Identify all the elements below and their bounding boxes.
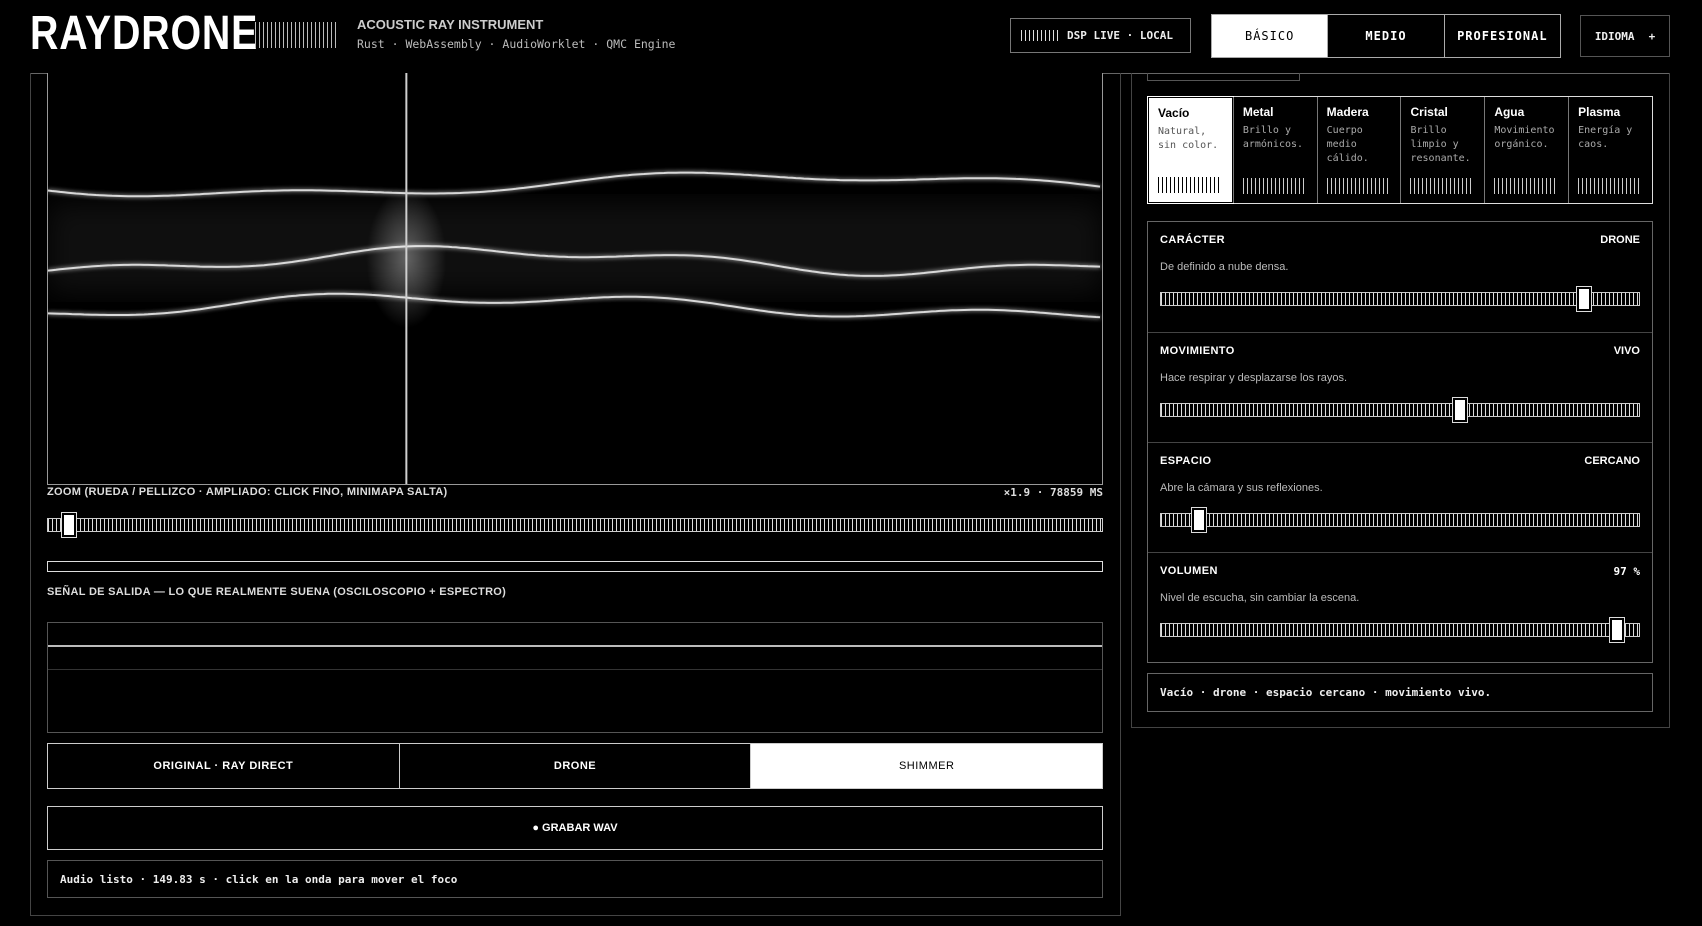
material-metal[interactable]: Metal Brillo y armónicos. bbox=[1232, 97, 1317, 203]
param-movimiento: MOVIMIENTO VIVO Hace respirar y desplaza… bbox=[1148, 332, 1652, 442]
param-volumen: VOLUMEN 97 % Nivel de escucha, sin cambi… bbox=[1148, 552, 1652, 662]
app-subtitle: ACOUSTIC RAY INSTRUMENT bbox=[357, 17, 544, 32]
zoom-label: ZOOM (RUEDA / PELLIZCO · AMPLIADO: CLICK… bbox=[47, 486, 448, 498]
minimap[interactable] bbox=[47, 561, 1103, 572]
material-meter-icon bbox=[1494, 178, 1557, 194]
panel-tab-stub bbox=[1147, 73, 1300, 81]
volumen-slider[interactable] bbox=[1160, 617, 1640, 643]
material-name: Plasma bbox=[1578, 105, 1621, 119]
material-desc: Movimiento orgánico. bbox=[1494, 125, 1555, 150]
material-meter-icon bbox=[1326, 178, 1389, 194]
material-madera[interactable]: Madera Cuerpo medio cálido. bbox=[1316, 97, 1401, 203]
status-bar: Audio listo · 149.83 s · click en la ond… bbox=[47, 860, 1103, 898]
material-name: Vacío bbox=[1158, 106, 1190, 120]
material-meter-icon bbox=[1578, 178, 1641, 194]
material-plasma[interactable]: Plasma Energía y caos. bbox=[1568, 97, 1652, 203]
ray-trace bbox=[48, 171, 1101, 198]
material-meter-icon bbox=[1410, 178, 1473, 194]
zoom-slider-thumb[interactable] bbox=[61, 512, 78, 538]
language-button[interactable]: IDIOMA + bbox=[1580, 15, 1670, 57]
oscilloscope-spectrum bbox=[47, 622, 1103, 733]
dsp-status-badge: DSP LIVE · LOCAL bbox=[1010, 18, 1191, 53]
level-profesional-button[interactable]: PROFESIONAL bbox=[1443, 15, 1560, 57]
material-agua[interactable]: Agua Movimiento orgánico. bbox=[1484, 97, 1568, 203]
ray-trace bbox=[48, 292, 1101, 319]
language-label: IDIOMA bbox=[1594, 29, 1635, 43]
param-espacio: ESPACIO CERCANO Abre la cámara y sus ref… bbox=[1148, 442, 1652, 552]
material-name: Agua bbox=[1494, 105, 1525, 119]
tech-stack: Rust · WebAssembly · AudioWorklet · QMC … bbox=[357, 37, 676, 51]
oscilloscope-trace bbox=[48, 645, 1102, 647]
mode-original-button[interactable]: ORIGINAL · RAY DIRECT bbox=[48, 744, 399, 788]
level-selector: BÁSICO MEDIO PROFESIONAL bbox=[1211, 14, 1561, 58]
caracter-slider[interactable] bbox=[1160, 286, 1640, 312]
material-desc: Energía y caos. bbox=[1578, 125, 1633, 150]
dsp-status-text: DSP LIVE · LOCAL bbox=[1067, 29, 1173, 42]
mode-shimmer-button[interactable]: SHIMMER bbox=[750, 744, 1103, 788]
zoom-slider[interactable] bbox=[47, 512, 1103, 538]
param-desc: De definido a nube densa. bbox=[1160, 261, 1289, 273]
material-desc: Cuerpo medio cálido. bbox=[1326, 125, 1369, 164]
app-logo: RAYDRONE bbox=[30, 7, 259, 60]
param-name: CARÁCTER bbox=[1160, 234, 1225, 246]
dsp-meter-icon bbox=[1021, 30, 1059, 41]
param-desc: Hace respirar y desplazarse los rayos. bbox=[1160, 372, 1348, 384]
espacio-slider-thumb[interactable] bbox=[1191, 507, 1208, 533]
record-wav-button[interactable]: ● GRABAR WAV bbox=[47, 806, 1103, 850]
param-desc: Nivel de escucha, sin cambiar la escena. bbox=[1160, 592, 1360, 604]
param-desc: Abre la cámara y sus reflexiones. bbox=[1160, 482, 1323, 494]
material-name: Metal bbox=[1242, 105, 1274, 119]
material-meter-icon bbox=[1242, 178, 1305, 194]
output-signal-label: SEÑAL DE SALIDA — LO QUE REALMENTE SUENA… bbox=[47, 586, 507, 598]
volumen-slider-thumb[interactable] bbox=[1609, 617, 1626, 643]
param-value: VIVO bbox=[1613, 345, 1640, 357]
mode-selector: ORIGINAL · RAY DIRECT DRONE SHIMMER bbox=[47, 743, 1103, 789]
material-selector: Vacío Natural, sin color. Metal Brillo y… bbox=[1147, 96, 1653, 204]
param-name: MOVIMIENTO bbox=[1160, 345, 1235, 357]
material-meter-icon bbox=[1158, 177, 1220, 193]
level-basico-button[interactable]: BÁSICO bbox=[1212, 15, 1328, 57]
logo-barcode-icon bbox=[255, 22, 337, 48]
espacio-slider[interactable] bbox=[1160, 507, 1640, 533]
plus-icon: + bbox=[1648, 29, 1656, 43]
caracter-slider-thumb[interactable] bbox=[1576, 286, 1593, 312]
level-medio-button[interactable]: MEDIO bbox=[1327, 15, 1443, 57]
param-value: DRONE bbox=[1600, 234, 1640, 246]
waveform-canvas[interactable] bbox=[48, 73, 1102, 484]
movimiento-slider[interactable] bbox=[1160, 397, 1640, 423]
mode-drone-button[interactable]: DRONE bbox=[398, 744, 751, 788]
material-desc: Brillo limpio y resonante. bbox=[1410, 125, 1471, 164]
scene-summary: Vacío · drone · espacio cercano · movimi… bbox=[1147, 673, 1653, 712]
material-cristal[interactable]: Cristal Brillo limpio y resonante. bbox=[1400, 97, 1484, 203]
waveform-view[interactable] bbox=[47, 73, 1103, 485]
param-name: VOLUMEN bbox=[1160, 565, 1218, 577]
param-name: ESPACIO bbox=[1160, 455, 1212, 467]
parameter-panel: CARÁCTER DRONE De definido a nube densa.… bbox=[1147, 221, 1653, 663]
material-vacio[interactable]: Vacío Natural, sin color. bbox=[1147, 96, 1234, 204]
material-name: Cristal bbox=[1410, 105, 1448, 119]
material-name: Madera bbox=[1326, 105, 1369, 119]
param-value: CERCANO bbox=[1584, 455, 1640, 467]
spectrum-divider bbox=[48, 669, 1102, 670]
material-desc: Brillo y armónicos. bbox=[1242, 125, 1304, 150]
movimiento-slider-thumb[interactable] bbox=[1451, 397, 1468, 423]
param-caracter: CARÁCTER DRONE De definido a nube densa. bbox=[1148, 222, 1652, 332]
zoom-readout: ×1.9 · 78859 MS bbox=[1003, 486, 1103, 499]
material-desc: Natural, sin color. bbox=[1158, 126, 1219, 151]
param-value: 97 % bbox=[1613, 565, 1641, 578]
